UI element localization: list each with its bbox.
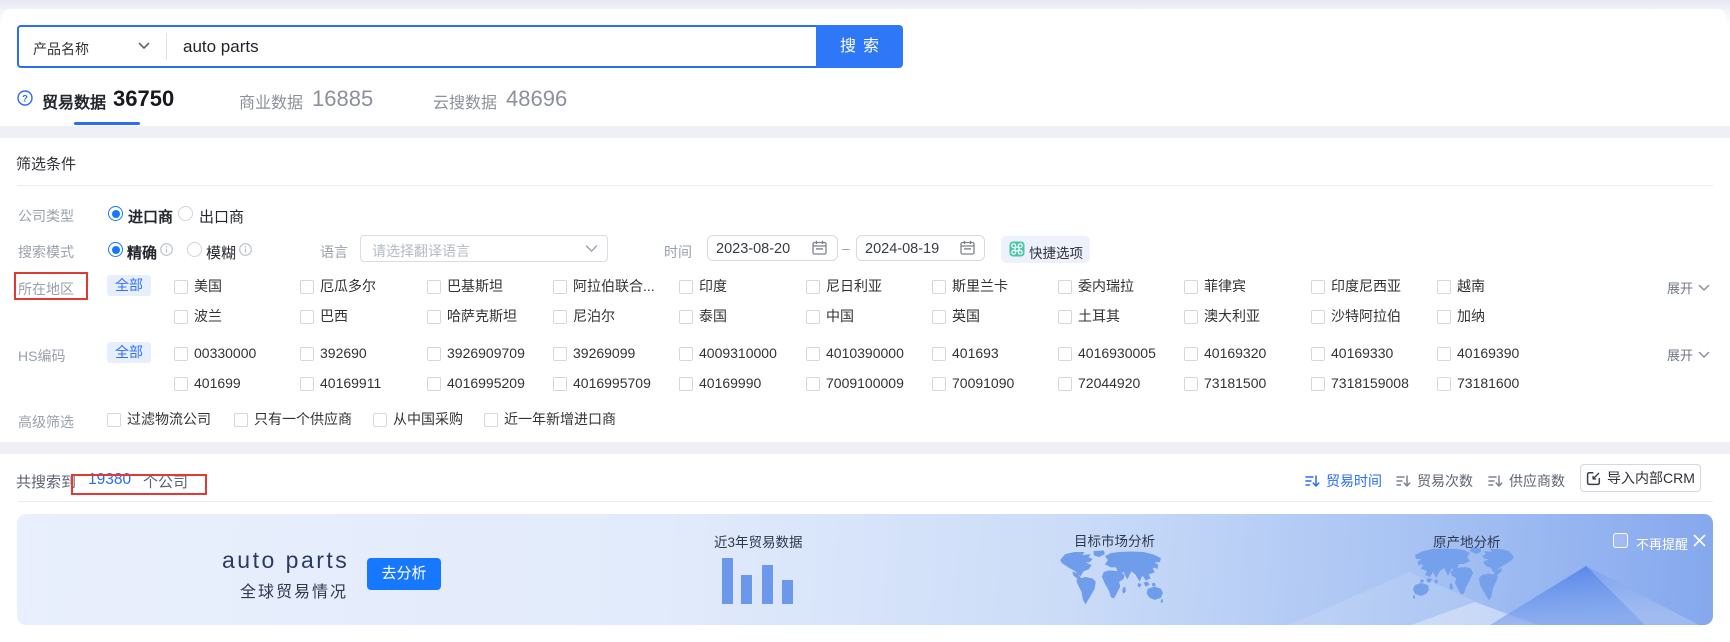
svg-text:?: ? (22, 93, 28, 104)
